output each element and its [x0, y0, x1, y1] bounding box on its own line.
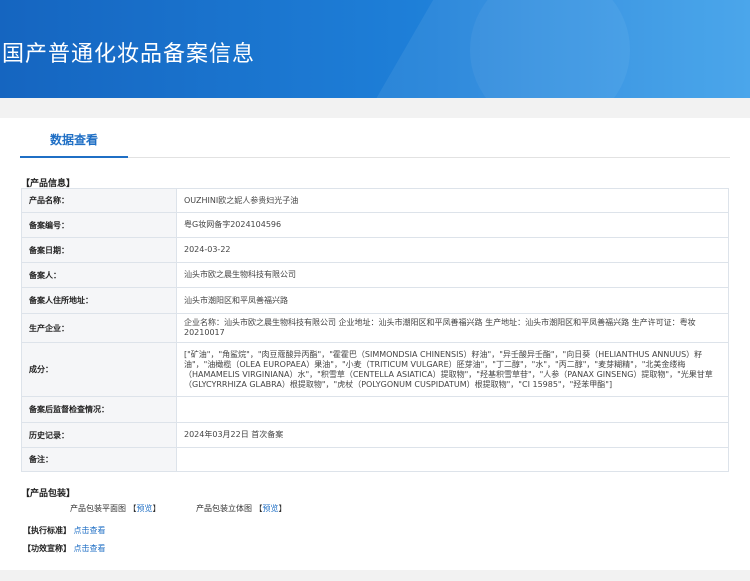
table-row: 生产企业： 企业名称：汕头市欧之晨生物科技有限公司 企业地址：汕头市潮阳区和平凤… — [21, 313, 729, 343]
history-value: 2024年03月22日 首次备案 — [176, 422, 729, 448]
row-label: 历史记录： — [21, 422, 177, 448]
packaging-3d-label: 产品包装立体图 — [196, 504, 252, 513]
product-name-value: OUZHINI欧之妮人参贵妇光子油 — [176, 188, 729, 213]
standard-view-link[interactable]: 点击查看 — [74, 526, 106, 535]
page-title: 国产普通化妆品备案信息 — [2, 42, 256, 67]
efficacy-label: 【功效宣称】 — [23, 544, 71, 553]
ingredients-value: ["矿油"，"角鲨烷"，"肉豆蔻酸异丙酯"，"霍霍巴（SIMMONDSIA CH… — [176, 342, 729, 397]
table-row: 产品名称： OUZHINI欧之妮人参贵妇光子油 — [21, 188, 729, 213]
table-row: 历史记录： 2024年03月22日 首次备案 — [21, 422, 729, 448]
record-number-value: 粤G妆网备字2024104596 — [176, 212, 729, 238]
product-info-table: 产品名称： OUZHINI欧之妮人参贵妇光子油 备案编号： 粤G妆网备字2024… — [21, 188, 729, 472]
table-row: 备案人： 汕头市欧之晨生物科技有限公司 — [21, 262, 729, 288]
packaging-3d-item: 产品包装立体图 【预览】 — [196, 503, 287, 514]
record-date-value: 2024-03-22 — [176, 237, 729, 263]
footer-band — [0, 570, 750, 581]
table-row: 成分： ["矿油"，"角鲨烷"，"肉豆蔻酸异丙酯"，"霍霍巴（SIMMONDSI… — [21, 342, 729, 397]
packaging-flat-label: 产品包装平面图 — [70, 504, 126, 513]
row-label: 备案日期： — [21, 237, 177, 263]
packaging-flat-item: 产品包装平面图 【预览】 — [70, 503, 161, 514]
header-banner: 国产普通化妆品备案信息 — [0, 0, 750, 98]
row-label: 备案人： — [21, 262, 177, 288]
table-row: 备案人住所地址： 汕头市潮阳区和平凤善福兴路 — [21, 287, 729, 314]
packaging-3d-preview-link[interactable]: 预览 — [263, 504, 279, 513]
remarks-value — [176, 447, 729, 472]
row-label: 备注： — [21, 447, 177, 472]
tab-bar: 数据查看 — [20, 118, 730, 158]
table-row: 备案编号： 粤G妆网备字2024104596 — [21, 212, 729, 238]
tab-data-view[interactable]: 数据查看 — [20, 118, 128, 158]
row-label: 备案编号： — [21, 212, 177, 238]
bracket-close: 】 — [278, 504, 287, 513]
row-label: 成分： — [21, 342, 177, 397]
header-divider-band — [0, 98, 750, 118]
banner-decoration-circle — [470, 0, 630, 98]
inspection-value — [176, 396, 729, 423]
bracket-close: 】 — [152, 504, 161, 513]
row-label: 生产企业： — [21, 313, 177, 343]
registrant-value: 汕头市欧之晨生物科技有限公司 — [176, 262, 729, 288]
table-row: 备注： — [21, 447, 729, 472]
row-label: 备案人住所地址： — [21, 287, 177, 314]
registrant-address-value: 汕头市潮阳区和平凤善福兴路 — [176, 287, 729, 314]
table-row: 备案日期： 2024-03-22 — [21, 237, 729, 263]
packaging-flat-preview-link[interactable]: 预览 — [137, 504, 153, 513]
standard-row: 【执行标准】 点击查看 — [23, 525, 106, 536]
efficacy-view-link[interactable]: 点击查看 — [74, 544, 106, 553]
bracket-open: 【 — [128, 504, 137, 513]
manufacturer-value: 企业名称：汕头市欧之晨生物科技有限公司 企业地址：汕头市潮阳区和平凤善福兴路 生… — [176, 313, 729, 343]
packaging-section-title: 【产品包装】 — [21, 489, 76, 499]
bracket-open: 【 — [254, 504, 263, 513]
efficacy-row: 【功效宣称】 点击查看 — [23, 543, 106, 554]
table-row: 备案后监督检查情况： — [21, 396, 729, 423]
row-label: 产品名称： — [21, 188, 177, 213]
row-label: 备案后监督检查情况： — [21, 396, 177, 423]
standard-label: 【执行标准】 — [23, 526, 71, 535]
